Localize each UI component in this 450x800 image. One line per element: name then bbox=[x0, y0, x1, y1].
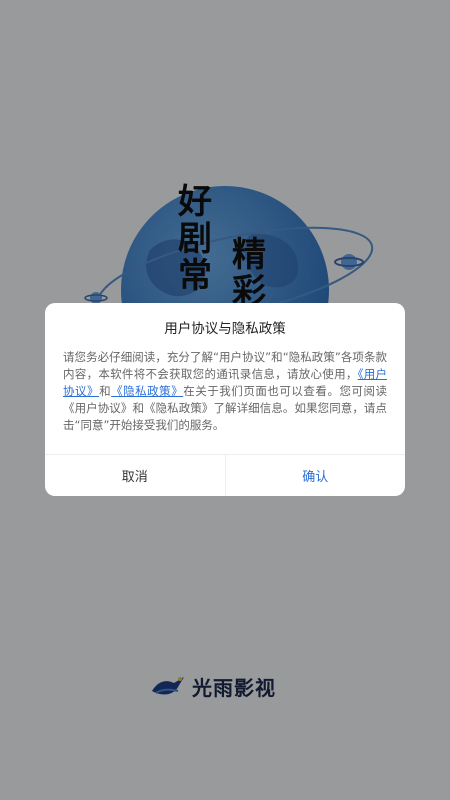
dialog-body-text: 和 bbox=[99, 384, 112, 398]
dialog-body: 请您务必仔细阅读，充分了解“用户协议”和“隐私政策”各项条款内容，本软件将不会获… bbox=[63, 349, 387, 434]
cancel-button[interactable]: 取消 bbox=[45, 455, 225, 496]
dialog-actions: 取消 确认 bbox=[45, 455, 405, 496]
dialog-title: 用户协议与隐私政策 bbox=[164, 321, 286, 337]
confirm-button[interactable]: 确认 bbox=[226, 455, 406, 496]
privacy-dialog: 用户协议与隐私政策 请您务必仔细阅读，充分了解“用户协议”和“隐私政策”各项条款… bbox=[45, 303, 405, 496]
dialog-body-text: 请您务必仔细阅读，充分了解“用户协议”和“隐私政策”各项条款内容，本软件将不会获… bbox=[63, 350, 387, 381]
privacy-policy-link[interactable]: 《隐私政策》 bbox=[111, 384, 183, 398]
